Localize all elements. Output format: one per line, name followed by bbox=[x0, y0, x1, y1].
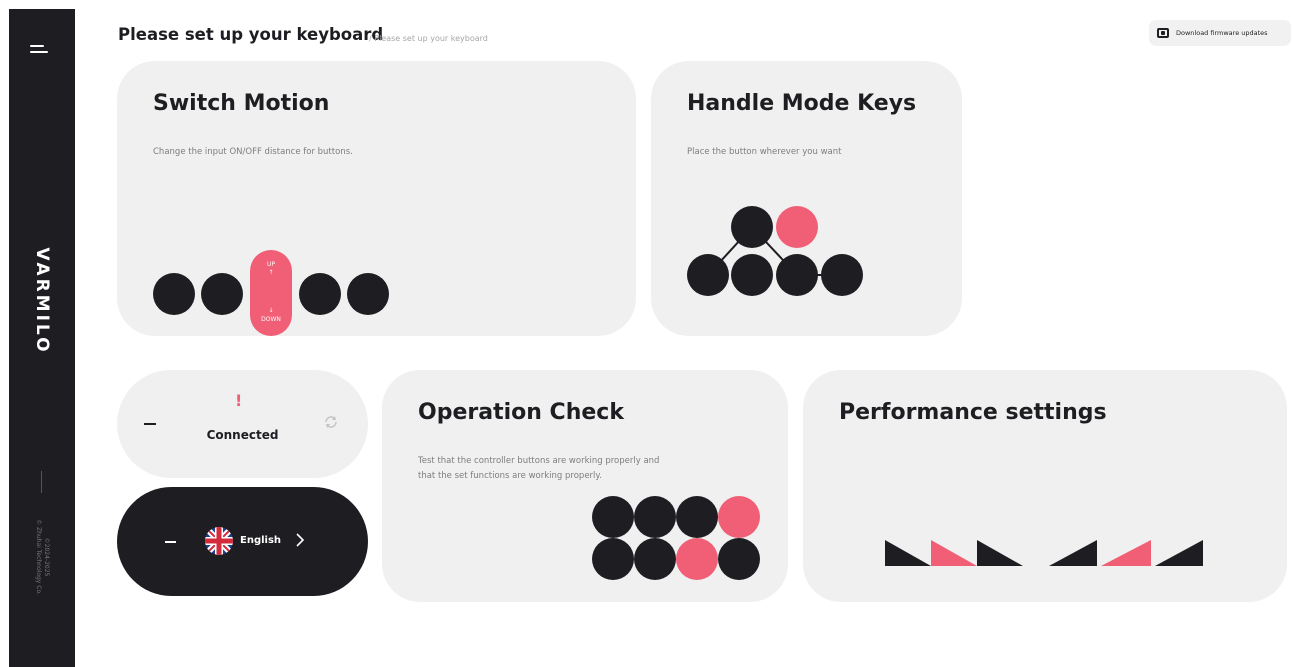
button-layout-graphic bbox=[707, 226, 842, 276]
op-dot bbox=[634, 496, 676, 538]
sidebar-divider bbox=[41, 471, 42, 493]
copyright-line-1: ©2024-2025 bbox=[43, 537, 50, 577]
op-dot-active bbox=[718, 496, 760, 538]
breadcrumb: / Please set up your keyboard bbox=[369, 34, 488, 43]
language-label: English bbox=[240, 535, 282, 546]
connection-status-card[interactable]: ! Connected bbox=[117, 370, 368, 478]
up-label: UP bbox=[266, 261, 275, 268]
operation-check-card[interactable]: Operation Check Test that the controller… bbox=[382, 370, 788, 602]
trigger-shape-active bbox=[1101, 540, 1151, 566]
switch-dot bbox=[153, 273, 195, 315]
download-icon bbox=[1157, 28, 1169, 38]
switch-motion-description: Change the input ON/OFF distance for but… bbox=[153, 147, 353, 157]
minus-icon bbox=[144, 423, 156, 425]
language-selector[interactable]: English bbox=[117, 487, 368, 596]
operation-check-desc-line-1: Test that the controller buttons are wor… bbox=[418, 456, 660, 466]
op-dot bbox=[592, 538, 634, 580]
chevron-right-icon[interactable] bbox=[295, 532, 305, 548]
handle-dot bbox=[687, 254, 729, 296]
op-dot bbox=[634, 538, 676, 580]
handle-dot bbox=[776, 254, 818, 296]
brand-logo: VARMILO bbox=[32, 247, 52, 355]
trigger-graphic bbox=[885, 540, 1203, 566]
connection-status: Connected bbox=[206, 428, 279, 442]
alert-icon: ! bbox=[235, 391, 243, 410]
switch-travel-pill: UP ↑ ↓ DOWN bbox=[250, 250, 292, 336]
switch-motion-title: Switch Motion bbox=[153, 91, 330, 116]
arrow-up-icon: ↑ bbox=[268, 269, 274, 276]
refresh-icon[interactable] bbox=[323, 414, 339, 430]
arrow-down-icon: ↓ bbox=[268, 307, 274, 314]
operation-check-title: Operation Check bbox=[418, 400, 624, 425]
performance-settings-card[interactable]: Performance settings bbox=[803, 370, 1287, 602]
op-dot bbox=[718, 538, 760, 580]
switch-dot bbox=[299, 273, 341, 315]
sidebar: VARMILO ©2024-2025 © Zhuhai Technology C… bbox=[9, 9, 75, 667]
op-dot bbox=[592, 496, 634, 538]
performance-title: Performance settings bbox=[839, 400, 1107, 425]
operation-check-desc-line-2: that the set functions are working prope… bbox=[418, 471, 602, 481]
page-title: Please set up your keyboard bbox=[118, 25, 384, 44]
switch-dot bbox=[201, 273, 243, 315]
handle-dot-selected bbox=[776, 206, 818, 248]
trigger-shape bbox=[1155, 540, 1203, 566]
down-label: DOWN bbox=[261, 316, 281, 323]
copyright-line-2: © Zhuhai Technology Co. bbox=[35, 519, 42, 595]
op-dot bbox=[676, 496, 718, 538]
handle-dot bbox=[821, 254, 863, 296]
trigger-shape bbox=[885, 540, 931, 566]
handle-mode-keys-card[interactable]: Handle Mode Keys Place the button wherev… bbox=[651, 61, 962, 336]
menu-icon[interactable] bbox=[30, 45, 52, 59]
trigger-shape-active bbox=[931, 540, 977, 566]
copyright-text: ©2024-2025 © Zhuhai Technology Co. bbox=[34, 519, 50, 595]
uk-flag-icon bbox=[205, 527, 233, 555]
minus-icon bbox=[165, 541, 176, 543]
handle-dot bbox=[731, 254, 773, 296]
trigger-shape bbox=[977, 540, 1023, 566]
download-firmware-button[interactable]: Download firmware updates bbox=[1149, 20, 1291, 46]
download-firmware-label: Download firmware updates bbox=[1176, 29, 1268, 37]
handle-dot bbox=[731, 206, 773, 248]
operation-check-description: Test that the controller buttons are wor… bbox=[418, 454, 659, 484]
switch-motion-card[interactable]: Switch Motion Change the input ON/OFF di… bbox=[117, 61, 636, 336]
switch-dot bbox=[347, 273, 389, 315]
trigger-shape bbox=[1049, 540, 1097, 566]
op-dot-active bbox=[676, 538, 718, 580]
